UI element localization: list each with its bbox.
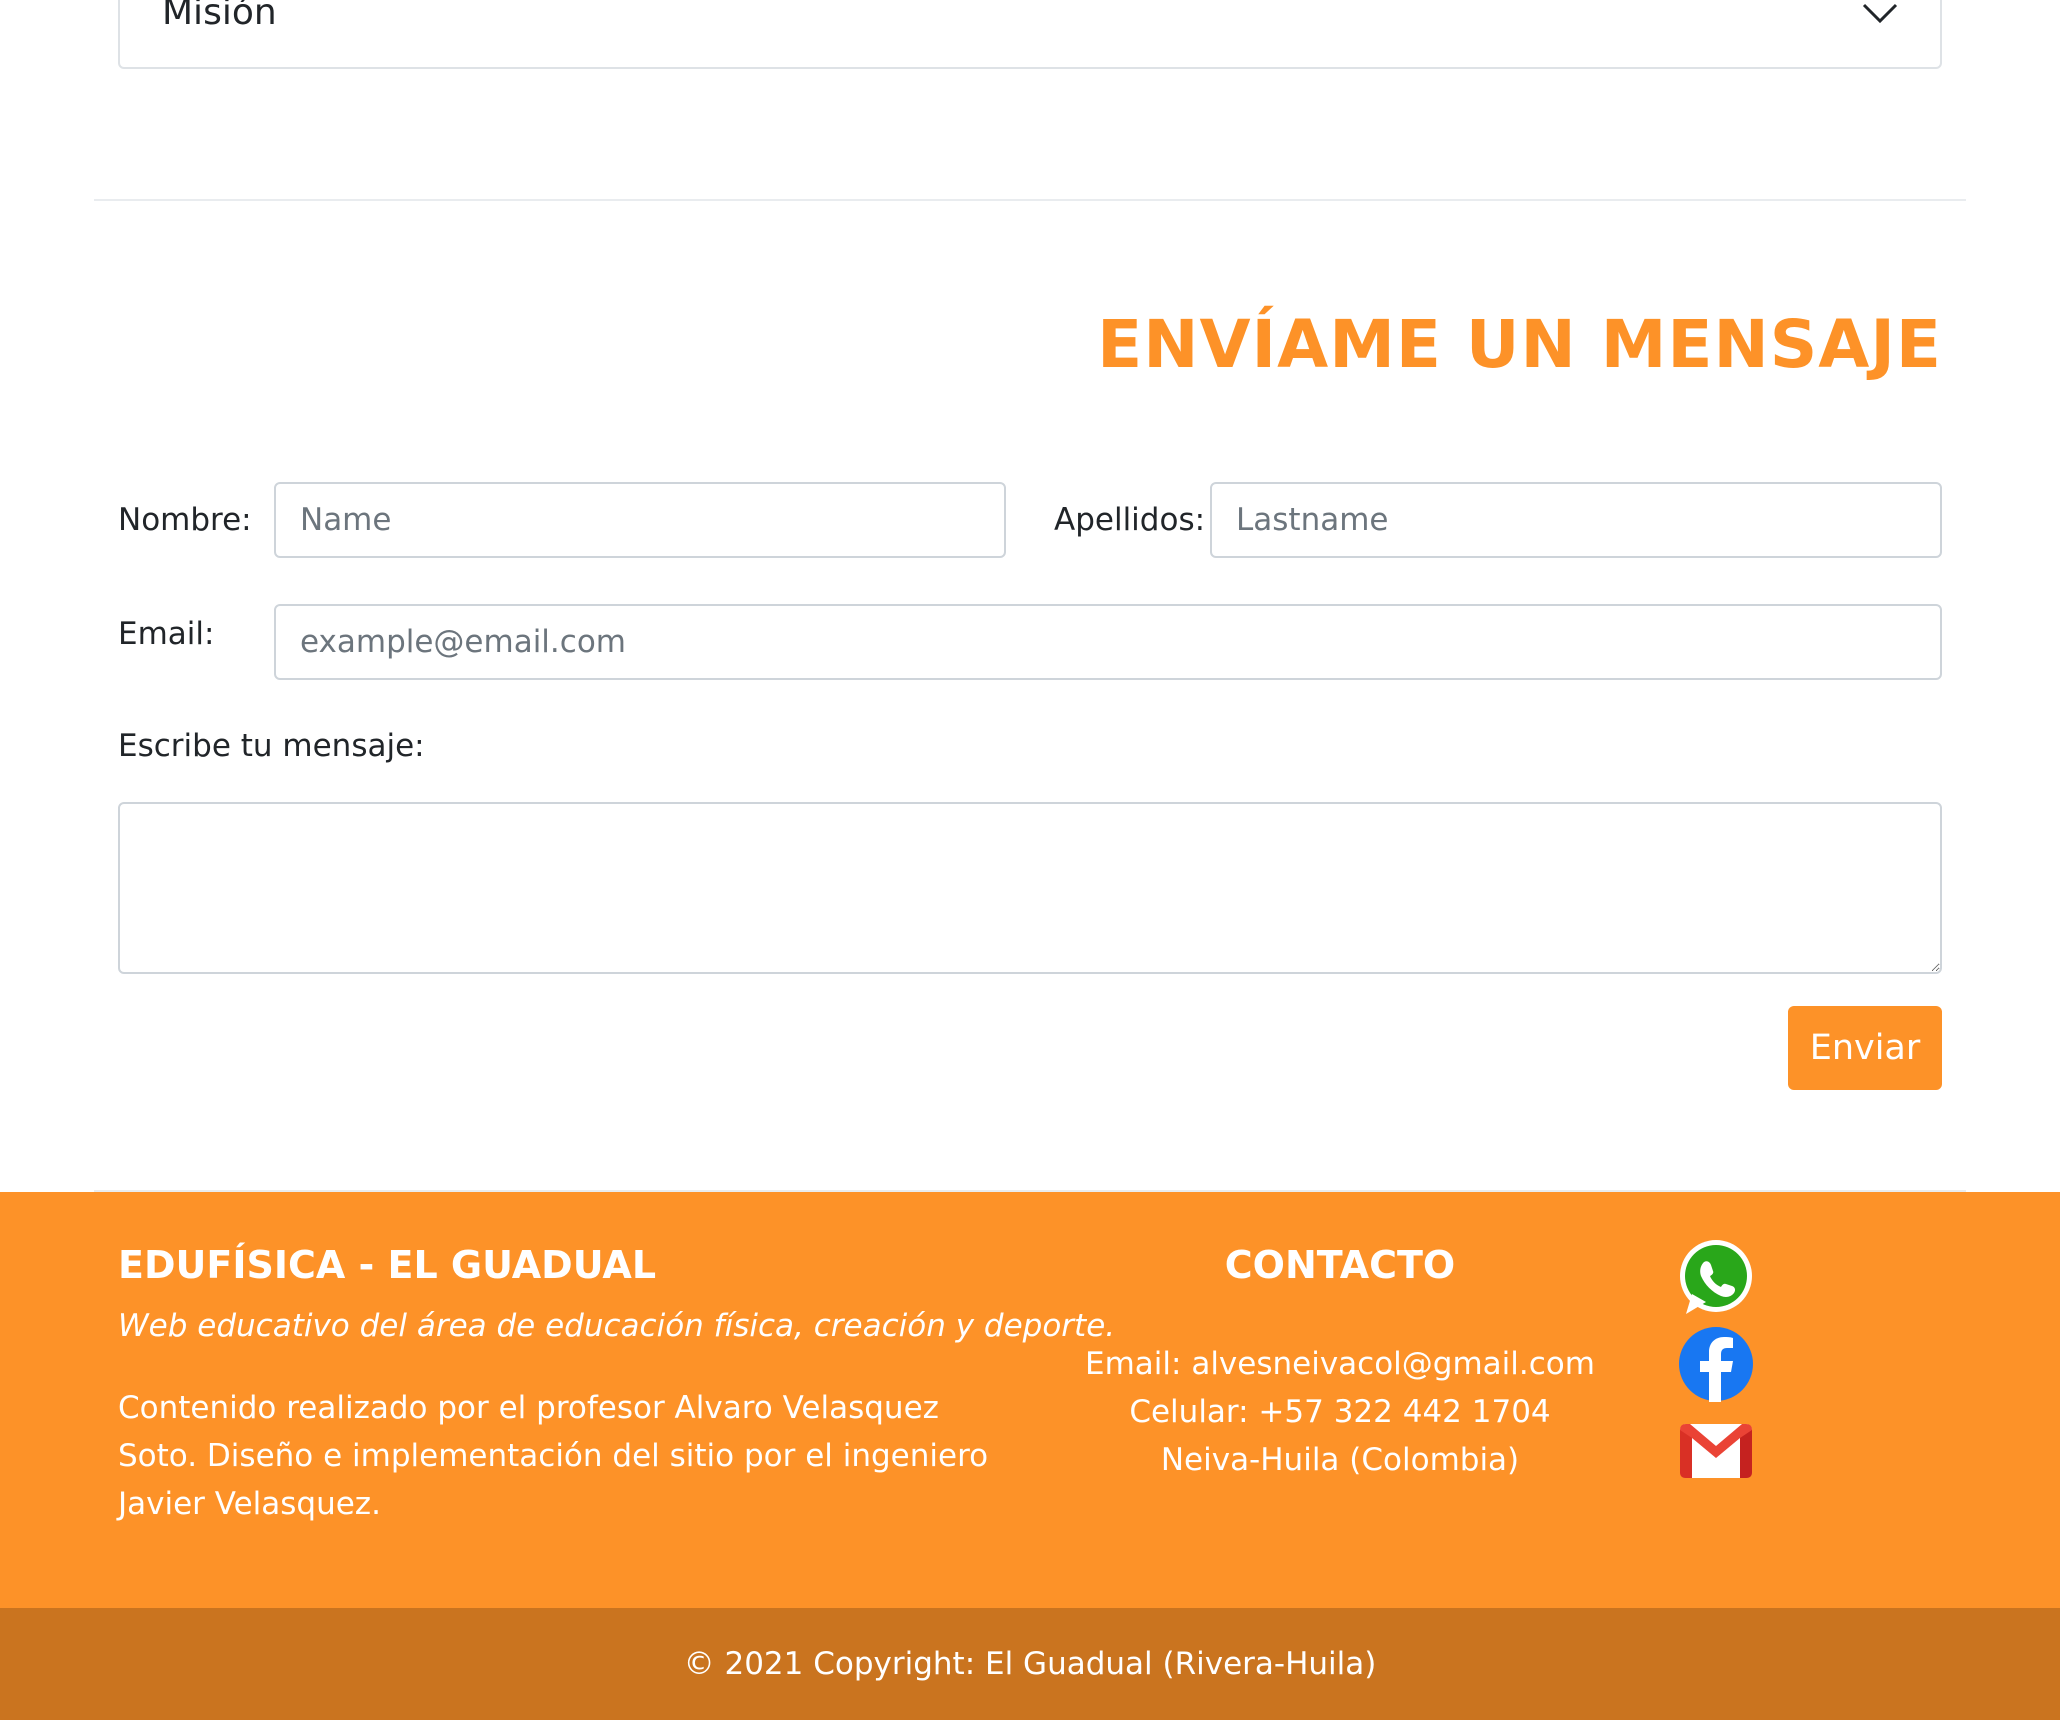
message-label: Escribe tu mensaje: <box>118 728 425 764</box>
name-label: Nombre: <box>118 502 252 538</box>
contact-info: Email: alvesneivacol@gmail.com Celular: … <box>1040 1340 1640 1484</box>
message-textarea[interactable] <box>118 802 1942 974</box>
footer-brand: EDUFÍSICA - EL GUADUAL <box>118 1243 657 1287</box>
section-divider <box>94 199 1966 201</box>
lastname-input[interactable] <box>1210 482 1942 558</box>
contact-title: CONTACTO <box>1224 1243 1456 1287</box>
email-input[interactable] <box>274 604 1942 680</box>
contact-phone: Celular: +57 322 442 1704 <box>1129 1394 1551 1430</box>
name-input[interactable] <box>274 482 1006 558</box>
mision-accordion[interactable]: Misión <box>118 0 1942 69</box>
chevron-down-icon[interactable] <box>1862 2 1898 24</box>
accordion-label: Misión <box>162 0 277 33</box>
footer-credits: Contenido realizado por el profesor Alva… <box>118 1390 989 1522</box>
whatsapp-icon[interactable] <box>1676 1238 1756 1318</box>
lastname-label: Apellidos: <box>1054 502 1206 538</box>
footer: EDUFÍSICA - EL GUADUAL Web educativo del… <box>0 1192 2060 1608</box>
email-label: Email: <box>118 616 215 652</box>
facebook-icon[interactable] <box>1676 1324 1756 1404</box>
send-button[interactable]: Enviar <box>1788 1006 1942 1090</box>
gmail-icon[interactable] <box>1676 1410 1756 1490</box>
contact-location: Neiva-Huila (Colombia) <box>1160 1442 1520 1478</box>
copyright-bar: © 2021 Copyright: El Guadual (Rivera-Hui… <box>0 1608 2060 1720</box>
footer-tagline: Web educativo del área de educación físi… <box>118 1308 1116 1344</box>
contact-form-title: ENVÍAME UN MENSAJE <box>1097 306 1942 383</box>
contact-email: Email: alvesneivacol@gmail.com <box>1085 1346 1595 1382</box>
